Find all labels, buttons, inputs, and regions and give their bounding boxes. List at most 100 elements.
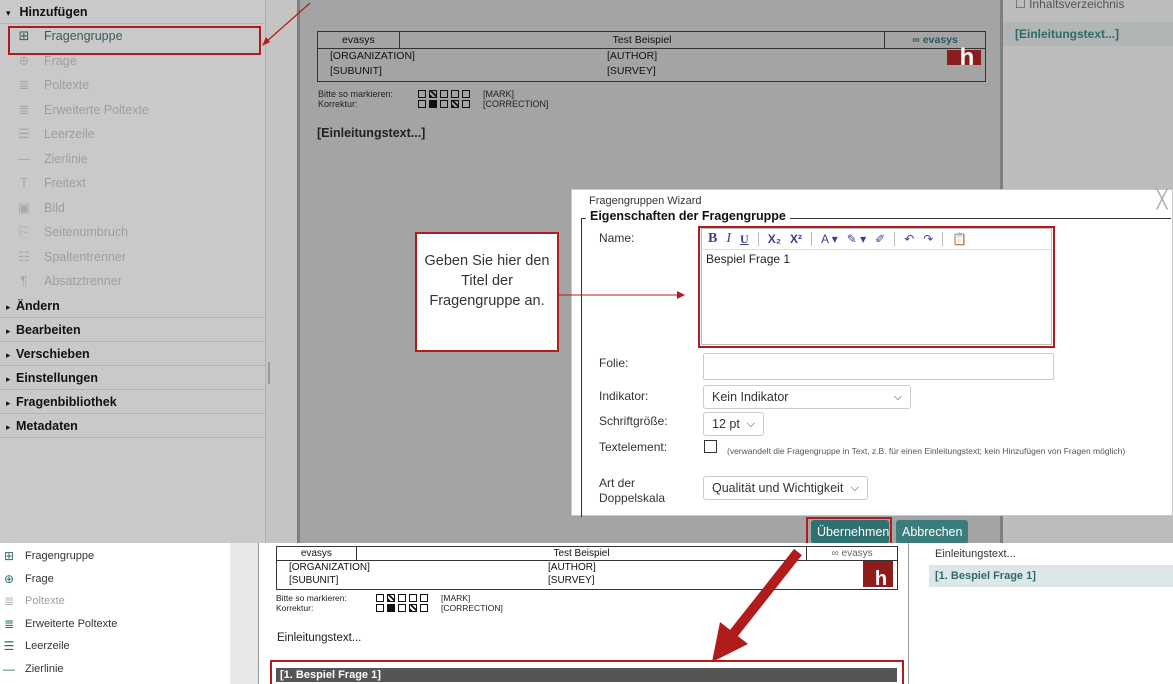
bottom-tool-leerzeile[interactable]: ☰ Leerzeile bbox=[0, 635, 70, 657]
mark-tag: [MARK] bbox=[441, 593, 471, 603]
bottom-intro-text[interactable]: Einleitungstext... bbox=[277, 632, 361, 644]
tool-label: Zierlinie bbox=[25, 662, 64, 675]
result-arrow bbox=[712, 548, 802, 662]
outline-item-intro[interactable]: [Einleitungstext...] bbox=[1003, 22, 1173, 46]
pilcrow-icon: ¶ bbox=[20, 273, 28, 288]
caret-right-icon: ▸ bbox=[6, 349, 11, 360]
subunit-field: [SUBUNIT] bbox=[330, 65, 382, 77]
caret-right-icon: ▸ bbox=[6, 373, 11, 384]
brand-logo-cell: ∞ evasys bbox=[831, 548, 873, 559]
section-label: Hinzufügen bbox=[19, 5, 88, 19]
bottom-tool-poltexte[interactable]: ≣ Poltexte bbox=[0, 590, 65, 612]
mark-label: Bitte so markieren: bbox=[318, 89, 394, 99]
tool-label: Bild bbox=[44, 200, 65, 215]
tool-label: Erweiterte Poltexte bbox=[44, 102, 149, 117]
bottom-outline-panel: Einleitungstext... [1. Bespiel Frage 1] bbox=[929, 543, 1173, 684]
caret-right-icon: ▸ bbox=[6, 301, 11, 312]
lines-icon: ≣ bbox=[18, 77, 30, 92]
survey-field: [SURVEY] bbox=[607, 65, 656, 77]
lines-icon: ≣ bbox=[18, 101, 30, 117]
tool-label: Erweiterte Poltexte bbox=[25, 617, 118, 630]
abbrechen-button[interactable]: Abbrechen bbox=[896, 520, 968, 544]
tool-label: Seitenumbruch bbox=[44, 225, 129, 239]
wizard-title: Fragengruppen Wizard bbox=[589, 195, 702, 207]
editor-screenshot-top: ▾ Hinzufügen ⊞ Fragengruppe ⊕ Frage ≣ Poltext… bbox=[0, 0, 1173, 543]
tool-label: Frage bbox=[25, 572, 54, 585]
section-list: ▸ Ändern ▸ Bearbeiten ▸ Verschieben ▸ Einstellu… bbox=[0, 293, 265, 438]
wizard-legend: Eigenschaften der Fragengruppe bbox=[586, 209, 790, 223]
tool-label: Poltexte bbox=[44, 78, 90, 92]
doppelskala-value: Qualität und Wichtigkeit bbox=[712, 481, 844, 495]
tool-label: Absatztrenner bbox=[44, 274, 122, 288]
section-bearbeiten[interactable]: ▸ Bearbeiten bbox=[0, 317, 265, 342]
indikator-select[interactable]: Kein Indikator ⌵ bbox=[703, 385, 911, 409]
section-metadaten[interactable]: ▸ Metadaten bbox=[0, 413, 265, 438]
correction-label: Korrektur: bbox=[276, 603, 314, 613]
bottom-tool-zierlinie[interactable]: — Zierlinie bbox=[0, 658, 64, 680]
tool-item-leerzeile[interactable]: ☰ Leerzeile bbox=[0, 122, 265, 147]
outline-item-new-group[interactable]: [1. Bespiel Frage 1] bbox=[929, 565, 1173, 587]
folie-label: Folie: bbox=[599, 356, 629, 370]
chevron-down-icon: ⌵ bbox=[850, 482, 859, 494]
bottom-tool-erweiterte-poltexte[interactable]: ≣ Erweiterte Poltexte bbox=[0, 613, 117, 635]
outline-item-toc[interactable]: ☐ Inhaltsverzeichnis bbox=[1003, 0, 1173, 20]
correction-label: Korrektur: bbox=[318, 99, 358, 109]
indikator-value: Kein Indikator bbox=[712, 390, 789, 404]
infinity-icon: ∞ bbox=[912, 34, 923, 46]
tool-icon: ≣ bbox=[3, 616, 15, 631]
tool-item-bild[interactable]: ▣ Bild bbox=[0, 196, 265, 221]
section-label: Metadaten bbox=[16, 418, 78, 433]
folie-textarea[interactable] bbox=[703, 353, 1054, 380]
organization-field: [ORGANIZATION] bbox=[289, 562, 370, 573]
document-header: evasys Test Beispiel ∞ evasys [ORGANIZAT… bbox=[317, 31, 986, 82]
rule-line-icon: — bbox=[17, 150, 31, 166]
mark-label: Bitte so markieren: bbox=[276, 593, 347, 603]
left-sidebar: ▾ Hinzufügen ⊞ Fragengruppe ⊕ Frage ≣ Poltext… bbox=[0, 0, 265, 543]
tool-item-erweiterte-poltexte[interactable]: ≣ Erweiterte Poltexte bbox=[0, 98, 265, 123]
column-icon: ☷ bbox=[18, 248, 30, 264]
splitter-grip[interactable] bbox=[268, 362, 270, 384]
intro-text-block[interactable]: [Einleitungstext...] bbox=[317, 126, 425, 140]
university-logo: h bbox=[863, 561, 893, 589]
schriftgroesse-select[interactable]: 12 pt ⌵ bbox=[703, 412, 764, 436]
tool-item-absatztrenner[interactable]: ¶ Absatztrenner bbox=[0, 269, 265, 294]
section-fragenbibliothek[interactable]: ▸ Fragenbibliothek bbox=[0, 389, 265, 414]
section-verschieben[interactable]: ▸ Verschieben bbox=[0, 341, 265, 366]
outline-item-intro[interactable]: Einleitungstext... bbox=[929, 543, 1173, 565]
brand-cell: evasys bbox=[277, 547, 357, 560]
caret-right-icon: ▸ bbox=[6, 325, 11, 336]
highlight-fragengruppe bbox=[8, 26, 261, 55]
mark-legend: Bitte so markieren: [MARK] Korrektur: [C… bbox=[318, 89, 549, 109]
bottom-mark-legend: Bitte so markieren: [MARK] Korrektur: [C… bbox=[276, 593, 503, 613]
section-label: Bearbeiten bbox=[16, 322, 81, 337]
tool-item-spaltentrenner[interactable]: ☷ Spaltentrenner bbox=[0, 245, 265, 270]
organization-field: [ORGANIZATION] bbox=[330, 50, 415, 62]
close-icon[interactable]: ╳ bbox=[1152, 190, 1172, 210]
tool-icon: ☰ bbox=[3, 639, 15, 653]
sidebar-splitter[interactable] bbox=[265, 0, 297, 543]
bottom-tool-fragengruppe[interactable]: ⊞ Fragengruppe bbox=[0, 545, 94, 567]
bottom-splitter bbox=[230, 543, 260, 684]
checkbox-icon: ☐ bbox=[1015, 0, 1030, 11]
caret-down-icon: ▾ bbox=[6, 8, 11, 18]
section-einstellungen[interactable]: ▸ Einstellungen bbox=[0, 365, 265, 390]
textelement-note: (verwandelt die Fragengruppe in Text, z.… bbox=[727, 446, 1126, 456]
tool-item-freitext[interactable]: T Freitext bbox=[0, 171, 265, 196]
section-ändern[interactable]: ▸ Ändern bbox=[0, 293, 265, 318]
tool-label: Zierlinie bbox=[44, 151, 88, 166]
section-hinzufuegen[interactable]: ▾ Hinzufügen bbox=[0, 0, 265, 24]
survey-title-cell: Test Beispiel bbox=[400, 32, 886, 48]
mark-tag: [MARK] bbox=[483, 89, 515, 99]
tool-label: Poltexte bbox=[25, 595, 65, 607]
tool-icon: ≣ bbox=[3, 594, 15, 608]
image-icon: ▣ bbox=[17, 199, 31, 215]
bottom-tool-frage[interactable]: ⊕ Frage bbox=[0, 568, 54, 590]
tool-item-seitenumbruch[interactable]: ⎘ Seitenumbruch bbox=[0, 220, 265, 245]
tool-label: Leerzeile bbox=[25, 640, 70, 652]
doppelskala-select[interactable]: Qualität und Wichtigkeit ⌵ bbox=[703, 476, 868, 500]
brand-cell: evasys bbox=[318, 32, 400, 48]
tool-item-zierlinie[interactable]: — Zierlinie bbox=[0, 147, 265, 172]
schriftgroesse-value: 12 pt bbox=[712, 417, 740, 431]
tool-item-poltexte[interactable]: ≣ Poltexte bbox=[0, 73, 265, 98]
author-field: [AUTHOR] bbox=[607, 50, 658, 62]
